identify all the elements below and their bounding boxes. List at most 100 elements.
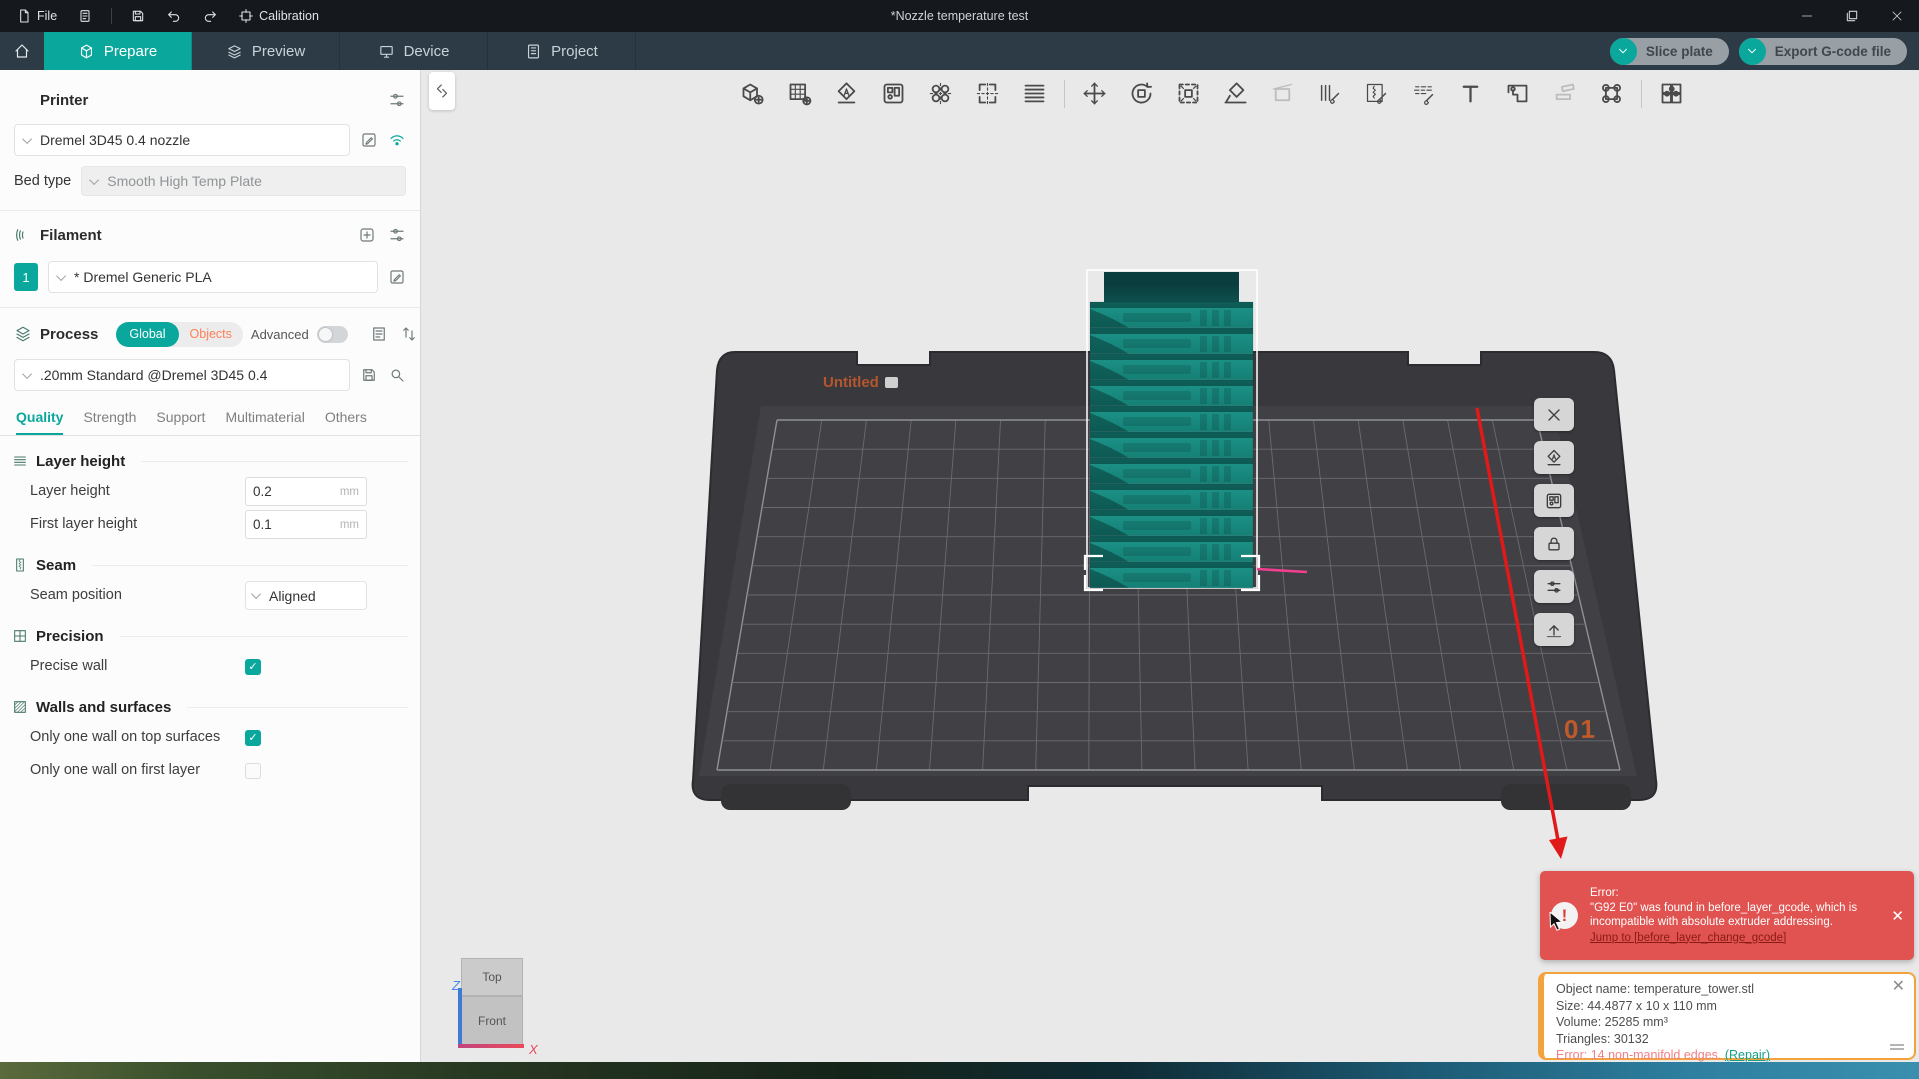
process-preset-select[interactable]: .20mm Standard @Dremel 3D45 0.4 (14, 359, 350, 391)
arrange-button[interactable] (876, 76, 911, 111)
plate-name-label[interactable]: Untitled (823, 374, 898, 391)
slice-dropdown-chevron-icon[interactable] (1609, 37, 1637, 65)
edit-filament-icon[interactable] (388, 268, 406, 286)
precise-wall-checkbox[interactable]: ✓ (245, 658, 261, 675)
collapse-sidebar-button[interactable] (429, 72, 455, 110)
info-resize-icon[interactable] (1890, 1044, 1904, 1050)
tab-others[interactable]: Others (325, 409, 367, 435)
delete-all-button[interactable] (1534, 398, 1574, 431)
error-toast-link[interactable]: Jump to [before_layer_change_gcode] (1590, 931, 1786, 946)
info-close-icon[interactable]: ✕ (1892, 978, 1905, 996)
scope-objects-button[interactable]: Objects (179, 327, 243, 341)
rotate-icon (1128, 80, 1155, 107)
seam-position-select[interactable]: Aligned (245, 581, 367, 610)
lock-plate-icon (1544, 534, 1564, 554)
assembly-button[interactable] (1547, 76, 1582, 111)
split-parts-icon (974, 80, 1001, 107)
tab-strength[interactable]: Strength (83, 409, 136, 435)
add-object-button[interactable] (735, 76, 770, 111)
device-icon (378, 43, 395, 60)
split-parts-button[interactable] (970, 76, 1005, 111)
rotate-button[interactable] (1124, 76, 1159, 111)
layer-height-input[interactable]: 0.2 mm (245, 477, 367, 506)
edit-printer-icon[interactable] (360, 131, 378, 149)
compare-presets-icon[interactable] (400, 325, 418, 343)
cut-button[interactable] (1265, 76, 1300, 111)
chevron-down-icon (22, 133, 33, 144)
undo-icon (166, 8, 182, 24)
filament-settings-icon[interactable] (388, 226, 406, 244)
auto-orient-plate-button[interactable] (1534, 441, 1574, 474)
first-layer-height-input[interactable]: 0.1 mm (245, 510, 367, 539)
lay-flat-button[interactable] (1218, 76, 1253, 111)
process-section-title: Process (40, 325, 99, 343)
filament-preset-select[interactable]: * Dremel Generic PLA (48, 261, 378, 293)
var-layer-button[interactable] (1017, 76, 1052, 111)
tab-multimaterial[interactable]: Multimaterial (225, 409, 304, 435)
support-paint-button[interactable] (1312, 76, 1347, 111)
process-icon (14, 325, 32, 343)
add-plate-button[interactable] (782, 76, 817, 111)
restore-icon (1844, 8, 1860, 24)
one-wall-first-checkbox[interactable] (245, 762, 261, 779)
export-dropdown-chevron-icon[interactable] (1738, 37, 1766, 65)
plate-settings-button[interactable] (1534, 570, 1574, 603)
navigation-cube[interactable]: Top Front Z X (452, 958, 538, 1057)
tab-support[interactable]: Support (156, 409, 205, 435)
bed-type-label: Bed type (14, 173, 72, 189)
seam-paint-button[interactable] (1359, 76, 1394, 111)
process-preset-value: .20mm Standard @Dremel 3D45 0.4 (40, 367, 268, 383)
arrange-plate-button[interactable] (1534, 484, 1574, 517)
printer-settings-icon[interactable] (388, 91, 406, 109)
add-filament-icon[interactable] (358, 226, 376, 244)
measure-button[interactable] (1500, 76, 1535, 111)
notes-button[interactable] (69, 5, 101, 27)
scope-global-button[interactable]: Global (116, 321, 179, 347)
3d-viewport[interactable]: Untitled 01 Top Front Z X ! Error: "G92 … (421, 70, 1919, 1062)
home-button[interactable] (0, 32, 44, 70)
undo-button[interactable] (158, 5, 190, 27)
minimize-button[interactable] (1784, 0, 1829, 32)
tab-device[interactable]: Device (340, 32, 488, 70)
calibration-button[interactable]: Calibration (230, 5, 327, 27)
fuzzy-skin-button[interactable] (1406, 76, 1441, 111)
plate-settings-mini-icon[interactable] (884, 377, 898, 388)
tab-preview[interactable]: Preview (192, 32, 340, 70)
split-objects-button[interactable] (923, 76, 958, 111)
file-menu[interactable]: File (8, 5, 65, 27)
preset-list-icon[interactable] (370, 325, 388, 343)
repair-link[interactable]: (Repair) (1725, 1048, 1770, 1062)
nav-cube-front-face[interactable]: Front (461, 996, 523, 1046)
object-name-line: Object name: temperature_tower.stl (1556, 982, 1755, 996)
tab-prepare[interactable]: Prepare (44, 32, 192, 70)
save-preset-icon[interactable] (360, 366, 378, 384)
move-button[interactable] (1077, 76, 1112, 111)
puzzle-button[interactable] (1654, 76, 1689, 111)
one-wall-top-checkbox[interactable]: ✓ (245, 729, 261, 746)
search-settings-icon[interactable] (388, 366, 406, 384)
tab-quality[interactable]: Quality (16, 409, 64, 435)
slice-plate-button[interactable]: Slice plate (1609, 37, 1729, 65)
nav-cube-top-face[interactable]: Top (461, 958, 523, 996)
auto-orient-button[interactable] (829, 76, 864, 111)
wifi-icon[interactable] (388, 131, 406, 149)
filament-slot-badge[interactable]: 1 (14, 263, 38, 291)
temperature-tower-model[interactable] (1089, 272, 1254, 589)
assembly-icon (1551, 80, 1578, 107)
save-button[interactable] (122, 5, 154, 27)
redo-button[interactable] (194, 5, 226, 27)
boolean-button[interactable] (1594, 76, 1629, 111)
toast-close-icon[interactable]: ✕ (1891, 907, 1904, 925)
lock-plate-button[interactable] (1534, 527, 1574, 560)
close-button[interactable] (1874, 0, 1919, 32)
tab-project[interactable]: Project (488, 32, 636, 70)
plate-up-button[interactable] (1534, 613, 1574, 646)
bed-type-select[interactable]: Smooth High Temp Plate (81, 166, 406, 196)
scale-button[interactable] (1171, 76, 1206, 111)
restore-button[interactable] (1829, 0, 1874, 32)
export-gcode-button[interactable]: Export G-code file (1738, 37, 1907, 65)
text-tool-button[interactable] (1453, 76, 1488, 111)
printer-preset-select[interactable]: Dremel 3D45 0.4 nozzle (14, 124, 350, 156)
setting-row: First layer height 0.1 mm (0, 509, 420, 540)
advanced-toggle[interactable] (316, 325, 348, 343)
